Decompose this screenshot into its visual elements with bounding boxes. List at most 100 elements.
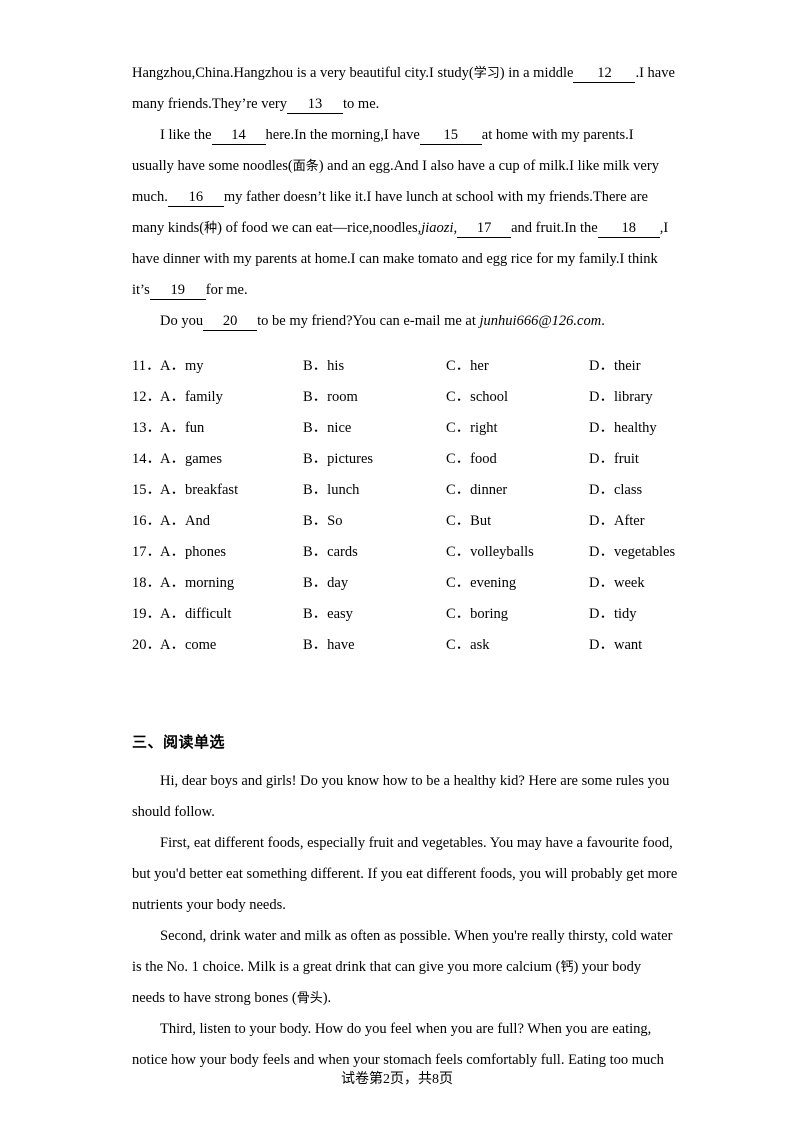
option-choice[interactable]: A．come — [160, 630, 303, 661]
answer-blank-16[interactable]: 16 — [167, 189, 224, 207]
text-run: usually have some noodles( — [132, 158, 293, 174]
text-run: Hangzhou,China.Hangzhou is a very beauti… — [132, 65, 474, 81]
italic-text: junhui666@126.com — [479, 313, 602, 329]
text-run: to be my friend?You can e‑mail me at — [257, 313, 480, 329]
question-row: 19． A．difficult B．easy C．boring D．tidy — [132, 599, 663, 630]
text-run: ) of food we can eat—rice,noodles, — [217, 220, 422, 236]
exam-page: Hangzhou,China.Hangzhou is a very beauti… — [0, 0, 794, 1123]
option-choice[interactable]: D．class — [589, 475, 699, 506]
answer-blank-13[interactable]: 13 — [287, 96, 344, 114]
reading-line: Third, listen to your body. How do you f… — [132, 1014, 663, 1045]
text-run: Second, drink water and milk as often as… — [160, 928, 673, 944]
question-number: 14． — [132, 451, 161, 467]
passage-line: I like the 14 here.In the morning,I have 15… — [132, 120, 663, 151]
answer-blank-15[interactable]: 15 — [419, 127, 482, 145]
text-run: to me. — [343, 96, 380, 112]
text-run: notice how your body feels and when your… — [132, 1052, 664, 1068]
option-choice[interactable]: B．So — [303, 506, 446, 537]
option-choice[interactable]: C．volleyballs — [446, 537, 589, 568]
passage-line: much. 16 my father doesn’t like it.I have … — [132, 182, 663, 213]
option-choice[interactable]: B．lunch — [303, 475, 446, 506]
option-choice[interactable]: A．morning — [160, 568, 303, 599]
text-run: here.In the morning,I have — [265, 127, 420, 143]
option-choice[interactable]: B．day — [303, 568, 446, 599]
question-row: 20． A．come B．have C．ask D．want — [132, 630, 663, 661]
footer-prefix: 试卷第 — [341, 1071, 383, 1087]
option-choice[interactable]: C．right — [446, 413, 589, 444]
text-run: is the No. 1 choice. Milk is a great dri… — [132, 959, 561, 975]
text-run: First, eat different foods, especially f… — [160, 835, 673, 851]
option-choice[interactable]: C．But — [446, 506, 589, 537]
option-choice[interactable]: A．my — [160, 351, 303, 382]
text-run: Do you — [160, 313, 204, 329]
option-choice[interactable]: C．school — [446, 382, 589, 413]
option-choice[interactable]: C．food — [446, 444, 589, 475]
reading-line: Hi, dear boys and girls! Do you know how… — [132, 766, 669, 797]
text-run: Hi, dear boys and girls! Do you know how… — [160, 773, 670, 789]
option-choice[interactable]: D．week — [589, 568, 699, 599]
reading-line: First, eat different foods, especially f… — [132, 828, 673, 859]
option-choice[interactable]: C．her — [446, 351, 589, 382]
passage-line: usually have some noodles(面条) and an egg… — [132, 151, 663, 182]
option-choice[interactable]: D．healthy — [589, 413, 699, 444]
answer-blank-18[interactable]: 18 — [597, 220, 660, 238]
option-choice[interactable]: B．easy — [303, 599, 446, 630]
option-choice[interactable]: A．family — [160, 382, 303, 413]
footer-suffix: 页 — [439, 1071, 453, 1087]
text-run: many friends.They’re very — [132, 96, 288, 112]
text-run: ) your body — [573, 959, 642, 975]
passage-line: Do you 20 to be my friend?You can e‑mail m… — [132, 306, 663, 337]
reading-line: is the No. 1 choice. Milk is a great dri… — [132, 952, 663, 983]
question-row: 18． A．morning B．day C．evening D．week — [132, 568, 663, 599]
section-heading-reading: 三、阅读单选 — [132, 733, 226, 751]
reading-line: needs to have strong bones (骨头). — [132, 983, 663, 1014]
text-run: ). — [322, 990, 332, 1006]
option-choice[interactable]: A．difficult — [160, 599, 303, 630]
option-choice[interactable]: A．fun — [160, 413, 303, 444]
passage-line: many kinds(种) of food we can eat—rice,no… — [132, 213, 668, 244]
option-choice[interactable]: D．After — [589, 506, 699, 537]
answer-blank-19[interactable]: 19 — [149, 282, 206, 300]
option-choice[interactable]: D．want — [589, 630, 699, 661]
passage-line: it’s 19 for me. — [132, 275, 663, 306]
option-choice[interactable]: B．room — [303, 382, 446, 413]
option-choice[interactable]: A．breakfast — [160, 475, 303, 506]
option-choice[interactable]: D．tidy — [589, 599, 699, 630]
cloze-options-list: 11． A．my B．his C．her D．their 12． A．family B．roo… — [132, 351, 675, 661]
reading-line: Second, drink water and milk as often as… — [132, 921, 672, 952]
italic-text: jiaozi, — [421, 220, 458, 236]
text-run: should follow. — [132, 804, 215, 820]
option-choice[interactable]: B．nice — [303, 413, 446, 444]
option-choice[interactable]: B．have — [303, 630, 446, 661]
question-number: 19． — [132, 606, 161, 622]
option-choice[interactable]: C．evening — [446, 568, 589, 599]
option-choice[interactable]: D．their — [589, 351, 699, 382]
text-run: it’s — [132, 282, 150, 298]
footer-total-pages: 8 — [432, 1072, 439, 1087]
question-row: 14． A．games B．pictures C．food D．fruit — [132, 444, 663, 475]
text-run: for me. — [205, 282, 248, 298]
footer-current-page: 2 — [383, 1072, 390, 1087]
option-choice[interactable]: A．phones — [160, 537, 303, 568]
answer-blank-12[interactable]: 12 — [573, 65, 636, 83]
text-run: .I have — [635, 65, 675, 81]
option-choice[interactable]: C．dinner — [446, 475, 589, 506]
option-choice[interactable]: B．pictures — [303, 444, 446, 475]
answer-blank-14[interactable]: 14 — [211, 127, 266, 145]
option-choice[interactable]: B．cards — [303, 537, 446, 568]
option-choice[interactable]: A．And — [160, 506, 303, 537]
text-run: many kinds( — [132, 220, 205, 236]
passage-line: many friends.They’re very 13 to me. — [132, 89, 663, 120]
option-choice[interactable]: D．fruit — [589, 444, 699, 475]
text-run: at home with my parents.I — [481, 127, 634, 143]
answer-blank-20[interactable]: 20 — [203, 313, 258, 331]
text-run: Third, listen to your body. How do you f… — [160, 1021, 652, 1037]
option-choice[interactable]: C．boring — [446, 599, 589, 630]
option-choice[interactable]: A．games — [160, 444, 303, 475]
option-choice[interactable]: B．his — [303, 351, 446, 382]
option-choice[interactable]: C．ask — [446, 630, 589, 661]
option-choice[interactable]: D．vegetables — [589, 537, 699, 568]
page-content: Hangzhou,China.Hangzhou is a very beauti… — [132, 58, 677, 1076]
option-choice[interactable]: D．library — [589, 382, 699, 413]
answer-blank-17[interactable]: 17 — [457, 220, 512, 238]
